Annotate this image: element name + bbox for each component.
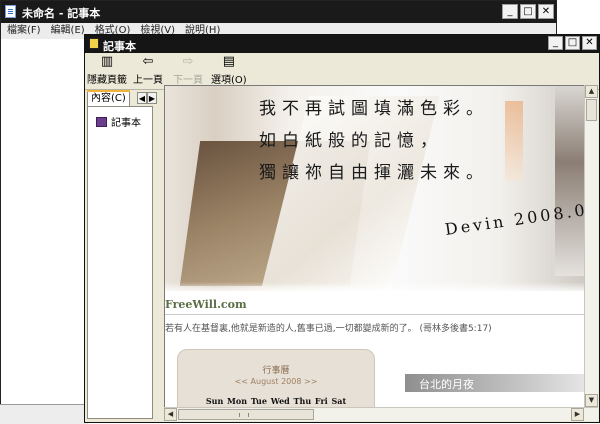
calendar-widget: 行事曆 << August 2008 >> Sun Mon Tue Wed Th… <box>177 349 375 408</box>
content-pane: 我不再試圖填滿色彩。 如白紙般的記憶， 獨讓祢自由揮灑未來。 Devin 200… <box>164 85 585 409</box>
navigation-pane: 內容(C) ◀ ▶ 記事本 <box>87 90 159 419</box>
poem-line-2: 如白紙般的記憶， <box>259 131 443 151</box>
help-titlebar[interactable]: 記事本 _ □ ✕ <box>85 35 599 53</box>
scroll-up-button[interactable]: ▲ <box>585 85 598 98</box>
help-window: 記事本 _ □ ✕ ▥ 隱藏頁籤 ⇦ 上一頁 ⇨ 下一頁 ▤ 選項(O) 內容(… <box>84 34 600 423</box>
notepad-titlebar[interactable]: 未命名 - 記事本 _ □ ✕ <box>1 1 556 23</box>
notepad-close-button[interactable]: ✕ <box>538 4 554 19</box>
forward-arrow-icon: ⇨ <box>182 54 194 69</box>
help-close-button[interactable]: ✕ <box>582 36 597 50</box>
back-label: 上一頁 <box>133 75 163 86</box>
vertical-scrollbar[interactable]: ▲ ▼ <box>584 85 598 407</box>
site-title[interactable]: FreeWill.com <box>165 298 247 311</box>
calendar-weekdays: Sun Mon Tue Wed Thu Fri Sat <box>205 396 347 406</box>
calendar-month-nav[interactable]: << August 2008 >> <box>178 377 374 386</box>
tree-item-label: 記事本 <box>111 118 141 129</box>
hide-tabs-button[interactable]: ▥ 隱藏頁籤 <box>87 54 127 87</box>
scroll-down-button[interactable]: ▼ <box>585 394 598 407</box>
back-button[interactable]: ⇦ 上一頁 <box>133 54 163 87</box>
notepad-title: 未命名 - 記事本 <box>22 7 101 20</box>
notepad-minimize-button[interactable]: _ <box>502 4 518 19</box>
help-minimize-button[interactable]: _ <box>548 36 563 50</box>
poem-line-3: 獨讓祢自由揮灑未來。 <box>259 163 489 183</box>
tab-scroll-right-button[interactable]: ▶ <box>147 92 157 104</box>
scroll-right-button[interactable]: ▶ <box>571 408 584 421</box>
contents-tree: 記事本 <box>87 106 153 419</box>
menu-edit[interactable]: 編輯(E) <box>51 23 85 39</box>
help-title: 記事本 <box>103 40 136 53</box>
sidebar-header: 台北的月夜 <box>405 374 584 392</box>
options-icon: ▤ <box>222 54 235 69</box>
menu-file[interactable]: 檔案(F) <box>7 23 41 39</box>
horizontal-scroll-thumb[interactable] <box>178 409 314 420</box>
tree-item-notepad[interactable]: 記事本 <box>96 114 141 129</box>
tab-scroll-left-button[interactable]: ◀ <box>137 92 147 104</box>
poem-line-1: 我不再試圖填滿色彩。 <box>259 99 489 119</box>
back-arrow-icon: ⇦ <box>142 54 154 69</box>
hide-tabs-label: 隱藏頁籤 <box>87 75 127 86</box>
calendar-title: 行事曆 <box>262 366 290 376</box>
horizontal-scrollbar[interactable]: ◀ ▶ <box>164 407 598 421</box>
options-button[interactable]: ▤ 選項(O) <box>211 54 247 87</box>
help-maximize-button[interactable]: □ <box>565 36 580 50</box>
notepad-status-strip <box>0 404 88 424</box>
help-book-icon <box>89 38 99 49</box>
scroll-left-button[interactable]: ◀ <box>164 408 177 421</box>
vertical-scroll-thumb[interactable] <box>586 99 597 121</box>
notepad-maximize-button[interactable]: □ <box>520 4 536 19</box>
tab-contents[interactable]: 內容(C) <box>87 90 130 106</box>
notepad-icon <box>5 5 16 18</box>
site-verse: 若有人在基督裏,他就是新造的人,舊事已過,一切都變成新的了。 (哥林多後書5:1… <box>165 324 492 334</box>
book-icon <box>96 116 107 127</box>
hide-tabs-icon: ▥ <box>100 54 114 69</box>
forward-button[interactable]: ⇨ 下一頁 <box>173 54 203 87</box>
banner-image: 我不再試圖填滿色彩。 如白紙般的記憶， 獨讓祢自由揮灑未來。 Devin 200… <box>165 86 584 296</box>
sidebar-header-text: 台北的月夜 <box>419 378 474 391</box>
